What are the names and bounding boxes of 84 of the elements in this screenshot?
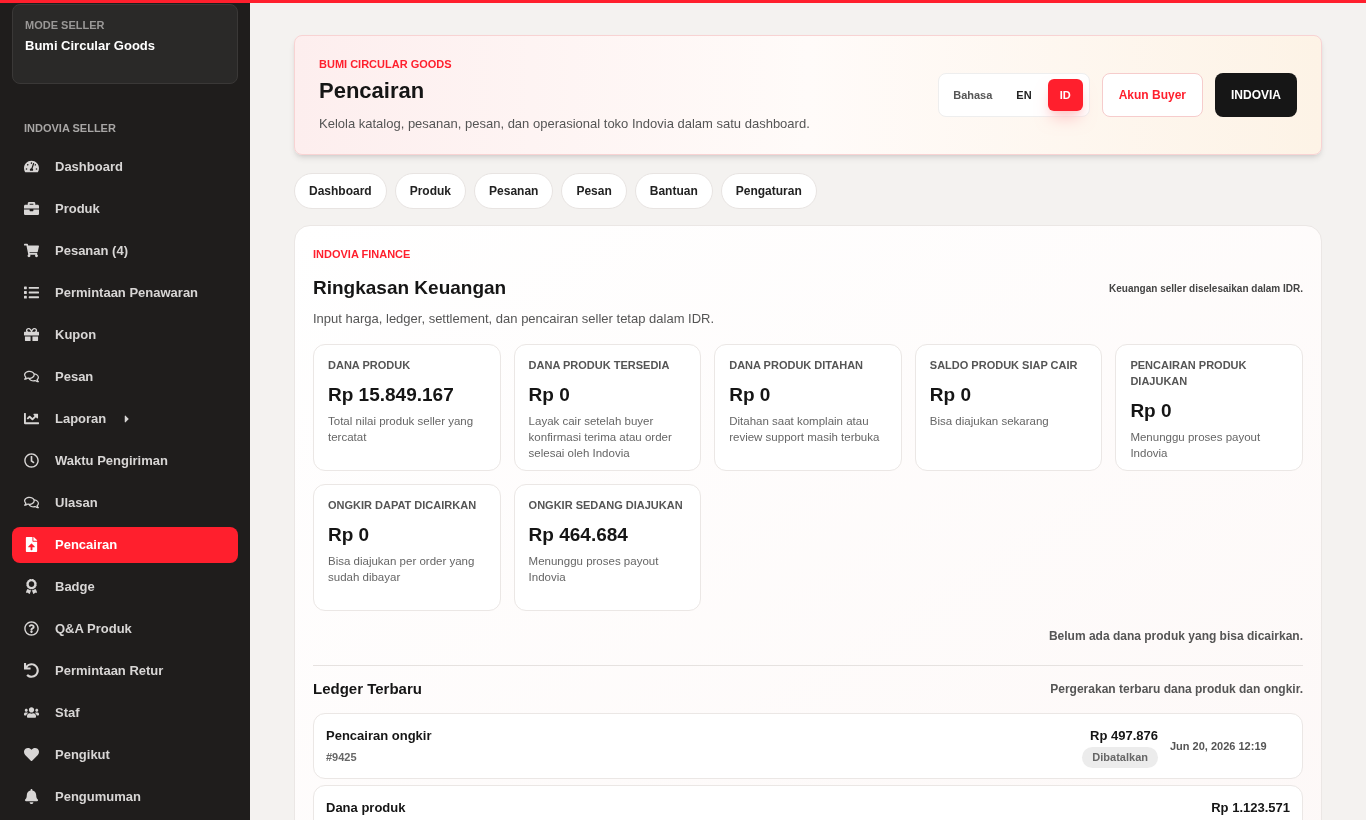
stat-value: Rp 0 [729, 383, 772, 407]
stat-label: DANA PRODUK DITAHAN [729, 358, 864, 373]
ledger-amount: Rp 1.123.571 [1211, 798, 1290, 817]
store-eyebrow: BUMI CIRCULAR GOODS [319, 57, 453, 72]
ledger-note: Pergerakan terbaru dana produk dan ongkir. [1050, 681, 1303, 699]
language-label: Bahasa [952, 87, 994, 103]
currency-note: Keuangan seller diselesaikan dalam IDR. [1109, 281, 1303, 296]
sidebar-item[interactable]: Kupon [12, 316, 238, 353]
sidebar-item[interactable]: Pesan [12, 358, 238, 395]
nav-pill[interactable]: Pesanan [474, 172, 554, 209]
sidebar-item[interactable]: Badge [12, 568, 238, 605]
language-option[interactable]: EN [1004, 78, 1044, 111]
sidebar-item[interactable]: Staf [12, 694, 238, 731]
line-chart-icon [24, 411, 39, 426]
language-option[interactable]: ID [1047, 78, 1083, 111]
stat-description: Bisa diajukan per order yang sudah dibayar [328, 554, 476, 585]
stat-value: Rp 0 [528, 383, 571, 407]
stat-value: Rp 0 [1130, 399, 1173, 423]
stat-description: Bisa diajukan sekarang [929, 414, 1050, 429]
ledger-entry-title: Dana produk [326, 798, 406, 817]
sidebar-item[interactable]: Pengumuman [12, 778, 238, 815]
nav-pill[interactable]: Pesan [561, 172, 627, 209]
ledger-entry-title: Pencairan ongkir [326, 726, 432, 745]
users-icon [24, 705, 39, 720]
stat-value: Rp 0 [929, 383, 972, 407]
upload-icon [24, 537, 39, 552]
stat-label: DANA PRODUK [328, 358, 412, 373]
chat-bubbles-icon [24, 369, 39, 384]
empty-note: Belum ada dana produk yang bisa dicairkan. [1048, 628, 1303, 645]
stat-label: SALDO PRODUK SIAP CAIR [929, 358, 1079, 373]
nav-pill[interactable]: Bantuan [634, 172, 713, 209]
undo-icon [24, 663, 39, 678]
nav-pill[interactable]: Produk [394, 172, 467, 209]
page-title: Pencairan [319, 76, 426, 104]
sidebar-item[interactable]: Waktu Pengiriman [12, 442, 238, 479]
stat-description: Layak cair setelah buyer konfirmasi terima atau order selesai oleh Indovia [528, 414, 673, 461]
sidebar-item[interactable]: Dashboard [12, 148, 238, 185]
page-subtitle: Kelola katalog, pesanan, pesan, dan operasional toko Indovia dalam satu dashboard. [319, 115, 810, 133]
stat-label: ONGKIR SEDANG DIAJUKAN [528, 498, 684, 513]
sidebar-item[interactable]: Q&A Produk [12, 610, 238, 647]
bell-icon [24, 789, 39, 804]
stat-value: Rp 15.849.167 [328, 383, 455, 407]
section-subtitle: Input harga, ledger, settlement, dan pencairan seller tetap dalam IDR. [313, 309, 716, 328]
status-badge: Dibatalkan [1082, 747, 1158, 768]
sidebar-item[interactable]: Pengikut [12, 736, 238, 773]
store-name: Bumi Circular Goods [25, 36, 157, 55]
question-icon [24, 621, 39, 636]
mode-label: MODE SELLER [25, 18, 106, 33]
stat-label: DANA PRODUK TERSEDIA [528, 358, 671, 373]
stat-value: Rp 464.684 [528, 523, 629, 547]
nav-pill[interactable]: Pengaturan [720, 172, 817, 209]
finance-eyebrow: INDOVIA FINANCE [313, 246, 412, 262]
sidebar-item[interactable]: Permintaan Retur [12, 652, 238, 689]
briefcase-icon [24, 201, 39, 216]
ledger-title: Ledger Terbaru [313, 679, 422, 699]
buyer-account-button[interactable]: Akun Buyer [1101, 72, 1203, 117]
heart-icon [24, 747, 39, 762]
sidebar-item[interactable]: Permintaan Penawaran [12, 274, 238, 311]
sidebar-item[interactable]: Ulasan [12, 484, 238, 521]
stat-description: Menunggu proses payout Indovia [1130, 430, 1262, 461]
ledger-reference: #9425 [326, 750, 358, 765]
ledger-date: Jun 20, 2026 12:19 [1170, 739, 1268, 755]
stat-description: Ditahan saat komplain atau review support masih terbuka [729, 414, 881, 445]
stat-value: Rp 0 [328, 523, 371, 547]
sidebar-item[interactable]: Produk [12, 190, 238, 227]
chat-bubbles-icon [24, 495, 39, 510]
list-icon [24, 285, 39, 300]
ledger-amount: Rp 497.876 [1090, 726, 1158, 745]
sidebar-item[interactable]: Laporan [12, 400, 238, 437]
section-title: Ringkasan Keuangan [313, 276, 507, 300]
award-icon [24, 579, 39, 594]
stat-label: ONGKIR DAPAT DICAIRKAN [328, 498, 478, 513]
stat-label: PENCAIRAN PRODUK DIAJUKAN [1130, 358, 1248, 389]
sidebar-item[interactable]: Pencairan [12, 526, 238, 563]
sidebar-item[interactable]: Pesanan (4) [12, 232, 238, 269]
cart-icon [24, 243, 39, 258]
brand-button[interactable]: INDOVIA [1215, 72, 1297, 117]
stat-description: Total nilai produk seller yang tercatat [328, 414, 475, 445]
clock-icon [24, 453, 39, 468]
gauge-icon [24, 159, 39, 174]
section-label: INDOVIA SELLER [23, 121, 117, 136]
stat-description: Menunggu proses payout Indovia [528, 554, 660, 585]
gift-icon [24, 327, 39, 342]
nav-pill[interactable]: Dashboard [294, 172, 387, 209]
